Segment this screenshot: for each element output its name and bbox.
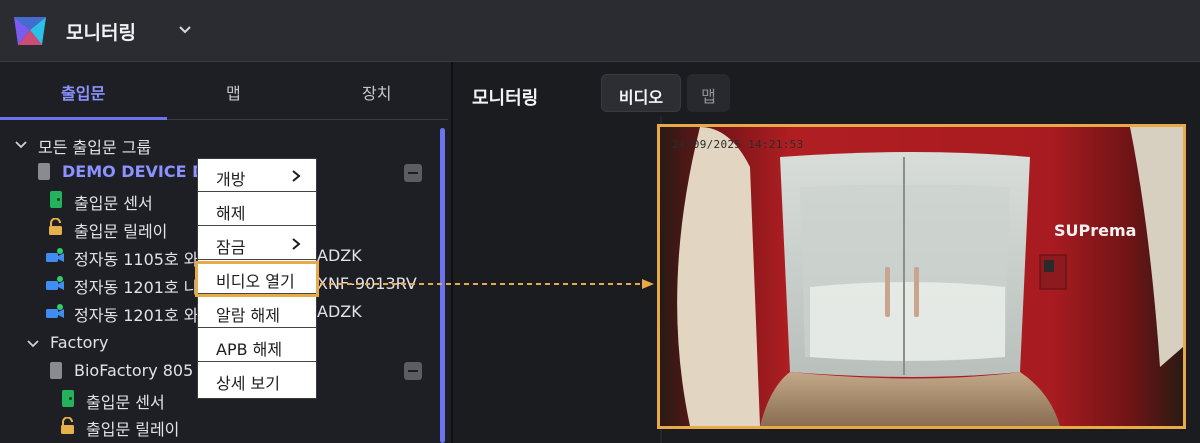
menu-item-clear-apb[interactable]: APB 해제 bbox=[198, 329, 316, 362]
tree-camera-3-suffix: ADZK bbox=[317, 302, 362, 321]
tree-camera-3[interactable]: 정자동 1201호 와 bbox=[74, 302, 199, 328]
tab-map[interactable]: 맵 bbox=[226, 80, 241, 104]
chevron-down-icon[interactable] bbox=[176, 20, 194, 38]
menu-item-label: APB 해제 bbox=[216, 340, 283, 359]
top-bar: 모니터링 bbox=[0, 0, 1200, 62]
menu-item-details[interactable]: 상세 보기 bbox=[198, 363, 316, 396]
context-menu: 개방 해제 잠금 비디오 열기 알람 해제 APB 해제 상세 보기 bbox=[197, 158, 317, 399]
brand-sign: SUPrema bbox=[1054, 221, 1137, 240]
tree-group-factory[interactable]: Factory bbox=[50, 333, 108, 359]
door-sensor-icon bbox=[50, 191, 62, 208]
tree-door-relay[interactable]: 출입문 릴레이 bbox=[74, 218, 167, 244]
menu-item-label: 상세 보기 bbox=[216, 374, 280, 393]
camera-icon bbox=[46, 304, 64, 318]
lock-open-icon bbox=[49, 218, 62, 235]
menu-item-label: 비디오 열기 bbox=[216, 272, 295, 291]
menu-item-release[interactable]: 해제 bbox=[198, 193, 316, 226]
collapse-button[interactable] bbox=[404, 164, 422, 182]
tree-device-demo[interactable]: DEMO DEVICE DO bbox=[62, 162, 219, 188]
tree-camera-1[interactable]: 정자동 1105호 와 bbox=[74, 246, 199, 272]
active-tab-indicator bbox=[0, 117, 167, 120]
tree-camera-1-suffix: ADZK bbox=[317, 246, 362, 265]
device-icon bbox=[50, 362, 62, 379]
video-feed[interactable]: 24/09/2025 14:21:53 SUPrema bbox=[657, 124, 1186, 429]
tree-door-sensor[interactable]: 출입문 센서 bbox=[74, 190, 153, 216]
lock-open-icon bbox=[61, 417, 74, 434]
video-image bbox=[660, 127, 1183, 426]
chevron-down-icon[interactable] bbox=[26, 337, 40, 351]
video-timestamp: 24/09/2025 14:21:53 bbox=[672, 138, 804, 151]
tree-door-relay-2[interactable]: 출입문 릴레이 bbox=[86, 416, 179, 442]
menu-item-lock[interactable]: 잠금 bbox=[198, 227, 316, 260]
menu-item-open[interactable]: 개방 bbox=[198, 159, 316, 192]
sidebar-tabs: 출입문 맵 장치 bbox=[0, 62, 448, 120]
tab-devices[interactable]: 장치 bbox=[362, 80, 391, 104]
menu-item-label: 개방 bbox=[216, 170, 246, 189]
chevron-right-icon bbox=[292, 170, 301, 182]
dashed-arrow-icon bbox=[320, 279, 654, 289]
tab-doors[interactable]: 출입문 bbox=[61, 80, 105, 104]
menu-item-clear-alarm[interactable]: 알람 해제 bbox=[198, 295, 316, 328]
camera-icon bbox=[46, 248, 64, 262]
menu-item-label: 잠금 bbox=[216, 238, 246, 257]
app-logo-icon bbox=[14, 17, 46, 45]
tree-door-sensor-2[interactable]: 출입문 센서 bbox=[86, 389, 165, 415]
device-icon bbox=[38, 163, 50, 180]
tree-device-biofactory[interactable]: BioFactory 805 bbox=[74, 361, 193, 387]
menu-item-label: 알람 해제 bbox=[216, 306, 280, 325]
tab-map-view[interactable]: 맵 bbox=[687, 74, 730, 112]
app-title: 모니터링 bbox=[66, 22, 136, 44]
camera-icon bbox=[46, 276, 64, 290]
tab-video[interactable]: 비디오 bbox=[601, 74, 681, 112]
chevron-right-icon bbox=[292, 238, 301, 250]
chevron-down-icon[interactable] bbox=[14, 138, 28, 152]
collapse-button[interactable] bbox=[404, 362, 422, 380]
tree-group-all-doors[interactable]: 모든 출입문 그룹 bbox=[38, 134, 151, 160]
door-sensor-icon bbox=[62, 390, 74, 407]
menu-item-open-video[interactable]: 비디오 열기 bbox=[198, 261, 316, 294]
page-title: 모니터링 bbox=[472, 88, 539, 109]
menu-item-label: 해제 bbox=[216, 204, 246, 223]
tree-camera-2[interactable]: 정자동 1201호 나 bbox=[74, 274, 199, 300]
